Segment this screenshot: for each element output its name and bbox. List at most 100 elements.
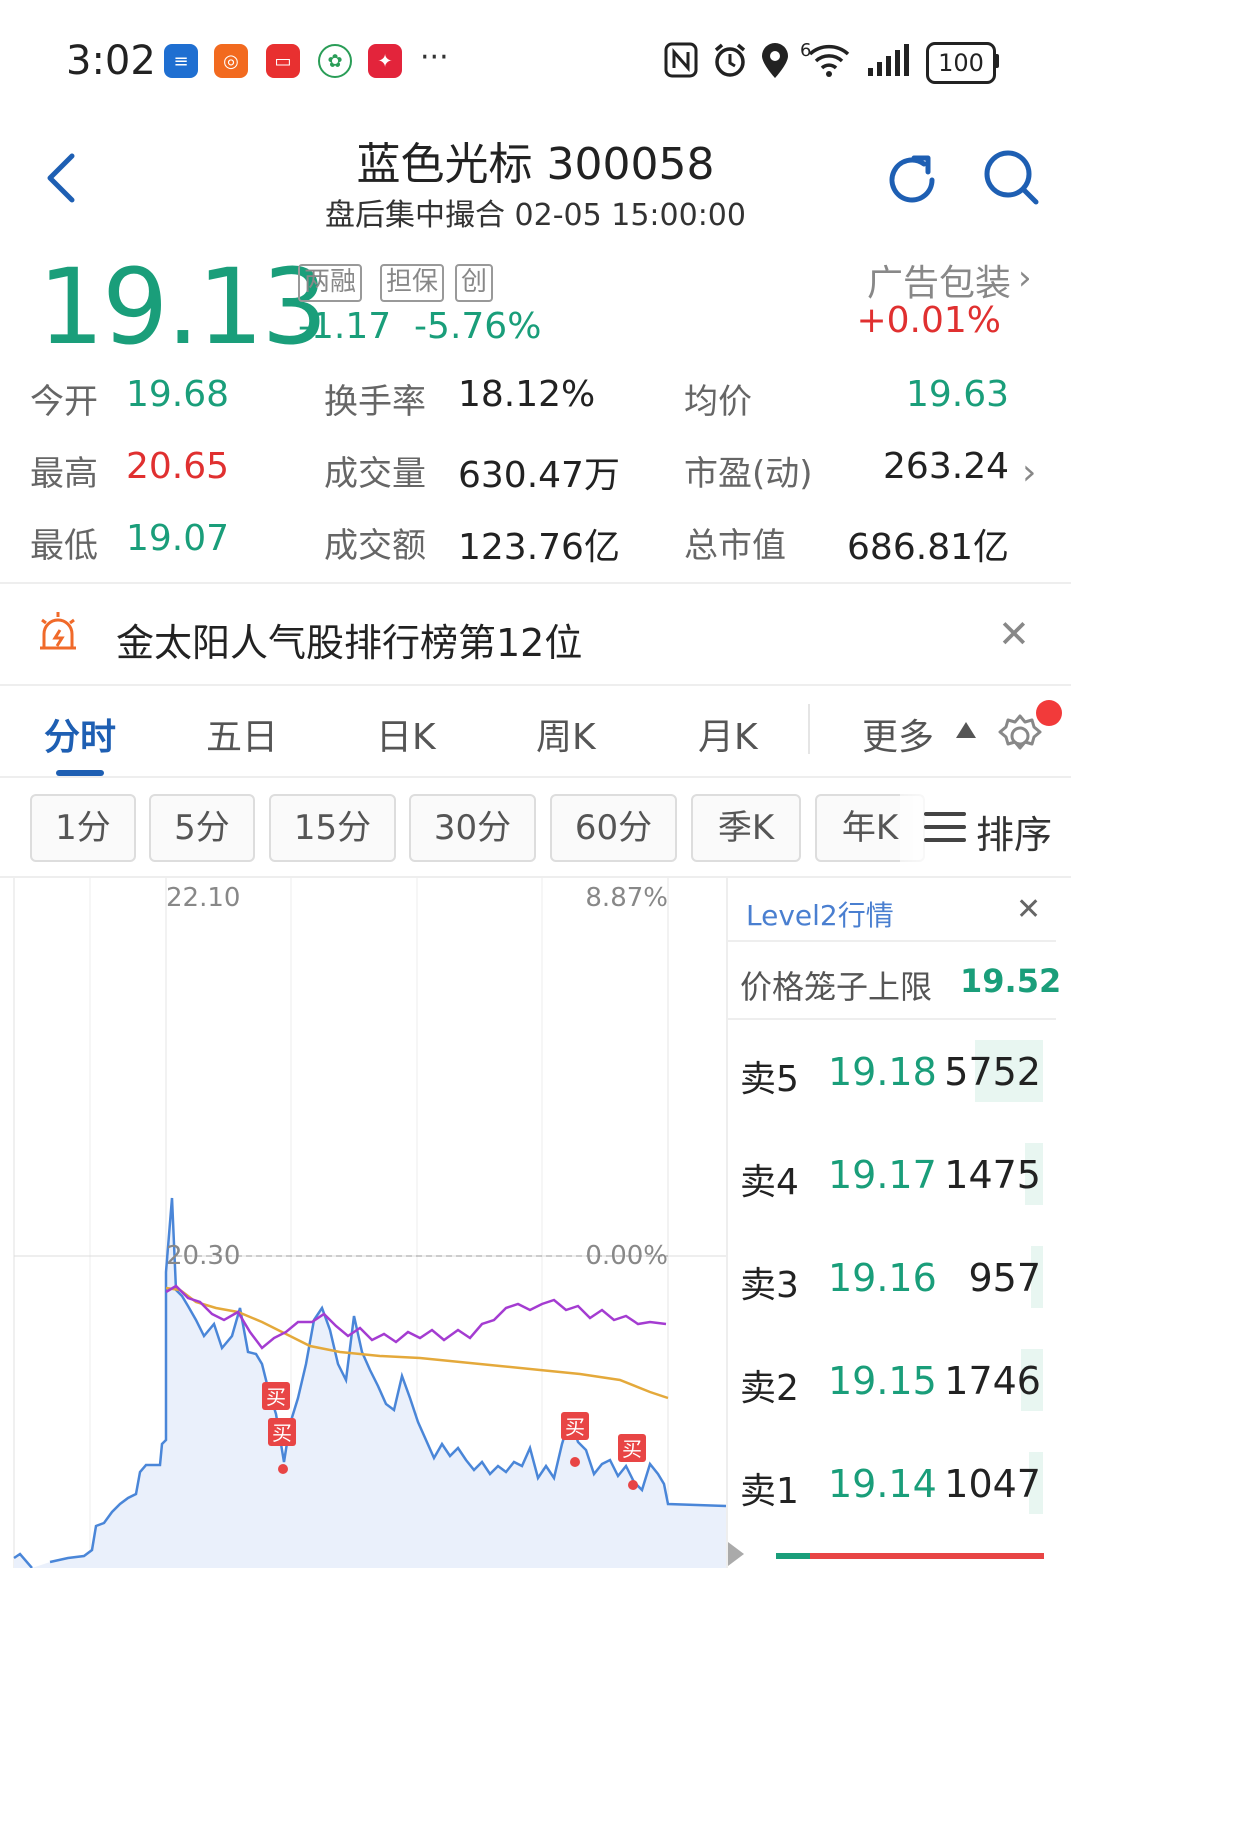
open-label: 今开	[30, 382, 98, 422]
app-icon-1: ≡	[164, 44, 198, 78]
app-icon-3: ▭	[266, 44, 300, 78]
turnover-value: 18.12%	[458, 374, 596, 415]
divider	[726, 940, 1056, 942]
period-15min[interactable]: 15分	[269, 794, 396, 862]
tag-collateral: 担保	[380, 264, 445, 302]
refresh-button[interactable]	[884, 150, 942, 208]
ask-volume: 1047	[944, 1462, 1041, 1506]
buy-marker-label: 买	[266, 1385, 286, 1409]
search-button[interactable]	[980, 146, 1042, 208]
chart-mid-pct-label: 0.00%	[585, 1241, 668, 1271]
level2-separator	[726, 878, 728, 1568]
settings-gear-icon[interactable]	[996, 712, 1044, 764]
app-icon-2: ◎	[214, 44, 248, 78]
ask-level-label: 卖4	[740, 1162, 799, 1203]
buy-marker-label: 买	[272, 1421, 292, 1445]
price-change: -1.17 -5.76%	[298, 306, 541, 347]
tag-margin: 两融	[298, 264, 363, 302]
tab-daily-k[interactable]: 日K	[376, 708, 436, 760]
location-icon	[760, 42, 790, 88]
chevron-right-icon[interactable]: ›	[1018, 258, 1032, 298]
current-price: 19.13	[38, 246, 328, 368]
ask-level-label: 卖1	[740, 1471, 799, 1512]
chart-mid-price-label: 20.30	[166, 1241, 240, 1271]
buy-marker-label: 买	[622, 1437, 642, 1461]
battery-indicator: 100	[926, 42, 996, 84]
chart-top-pct-label: 8.87%	[585, 883, 668, 913]
low-label: 最低	[30, 526, 98, 566]
tab-weekly-k[interactable]: 周K	[536, 708, 596, 760]
amount-value: 123.76亿	[458, 527, 620, 568]
price-cap-value: 19.52	[960, 962, 1062, 1000]
wifi-icon	[806, 42, 852, 86]
mcap-label: 总市值	[684, 526, 786, 566]
intraday-chart[interactable]: 买 买 买 买 22.10 8.87% 20.30 0.00%	[0, 878, 726, 1568]
low-value: 19.07	[126, 518, 230, 559]
pe-chevron-icon[interactable]: ›	[1022, 452, 1036, 493]
alarm-icon	[712, 42, 748, 86]
chart-top-price-label: 22.10	[166, 883, 240, 913]
tag-chinext: 创	[455, 264, 494, 302]
ask-level-label: 卖2	[740, 1368, 799, 1409]
open-value: 19.68	[126, 374, 230, 415]
period-1min[interactable]: 1分	[30, 794, 136, 862]
level2-title[interactable]: Level2行情	[746, 894, 894, 934]
ask-volume: 1475	[944, 1153, 1041, 1197]
nfc-icon	[664, 42, 698, 86]
ask-price: 19.14	[828, 1462, 937, 1506]
status-time: 3:02	[66, 38, 156, 84]
volume-value: 630.47万	[458, 455, 620, 496]
sector-change: +0.01%	[856, 300, 1001, 341]
ask-price: 19.18	[828, 1050, 937, 1094]
change-percent: -5.76%	[414, 306, 542, 347]
period-60min[interactable]: 60分	[550, 794, 677, 862]
buy-marker-label: 买	[565, 1415, 585, 1439]
divider	[0, 776, 1071, 778]
pe-value: 263.24	[883, 446, 1009, 487]
change-value: -1.17	[298, 306, 392, 347]
tab-intraday[interactable]: 分时	[44, 708, 116, 760]
period-5min[interactable]: 5分	[149, 794, 255, 862]
high-value: 20.65	[126, 446, 230, 487]
turnover-label: 换手率	[324, 382, 426, 422]
divider	[0, 582, 1071, 584]
app-icon-4: ✿	[318, 44, 352, 78]
level2-close-icon[interactable]: ✕	[1016, 892, 1041, 927]
ask-price: 19.17	[828, 1153, 937, 1197]
tab-more[interactable]: 更多	[862, 708, 934, 760]
high-label: 最高	[30, 454, 98, 494]
ask-level-label: 卖3	[740, 1265, 799, 1306]
ask-volume: 5752	[944, 1050, 1041, 1094]
app-icon-5: ✦	[368, 44, 402, 78]
battery-tip	[994, 54, 999, 68]
notification-dot	[1036, 700, 1062, 726]
ask-volume: 957	[968, 1256, 1041, 1300]
ask-level-label: 卖5	[740, 1059, 799, 1100]
banner-text[interactable]: 金太阳人气股排行榜第12位	[116, 612, 582, 667]
price-cap-label: 价格笼子上限	[740, 968, 933, 1006]
ask-price: 19.16	[828, 1256, 937, 1300]
avg-label: 均价	[684, 382, 752, 422]
banner-close-icon[interactable]: ✕	[998, 612, 1030, 656]
pe-label: 市盈(动)	[684, 454, 813, 494]
alarm-bell-icon	[34, 608, 82, 660]
triangle-up-icon[interactable]	[954, 720, 978, 744]
tab-five-day[interactable]: 五日	[206, 708, 278, 760]
sort-button[interactable]: 排序	[976, 804, 1052, 859]
period-30min[interactable]: 30分	[409, 794, 536, 862]
ask-price: 19.15	[828, 1359, 937, 1403]
tab-separator	[808, 704, 810, 754]
divider	[726, 1018, 1056, 1020]
ask-volume: 1746	[944, 1359, 1041, 1403]
amount-label: 成交额	[324, 526, 426, 566]
mcap-value: 686.81亿	[847, 527, 1009, 568]
sector-link[interactable]: 广告包装	[867, 254, 1011, 306]
cell-signal-icon	[866, 42, 912, 86]
panel-expand-icon[interactable]	[726, 1540, 746, 1572]
tab-monthly-k[interactable]: 月K	[698, 708, 758, 760]
period-quarter-k[interactable]: 季K	[691, 794, 801, 862]
avg-value: 19.63	[905, 374, 1009, 415]
status-overflow: ···	[420, 40, 449, 75]
sort-menu-icon[interactable]	[924, 810, 966, 848]
buy-marker-1: 买	[262, 1382, 290, 1410]
